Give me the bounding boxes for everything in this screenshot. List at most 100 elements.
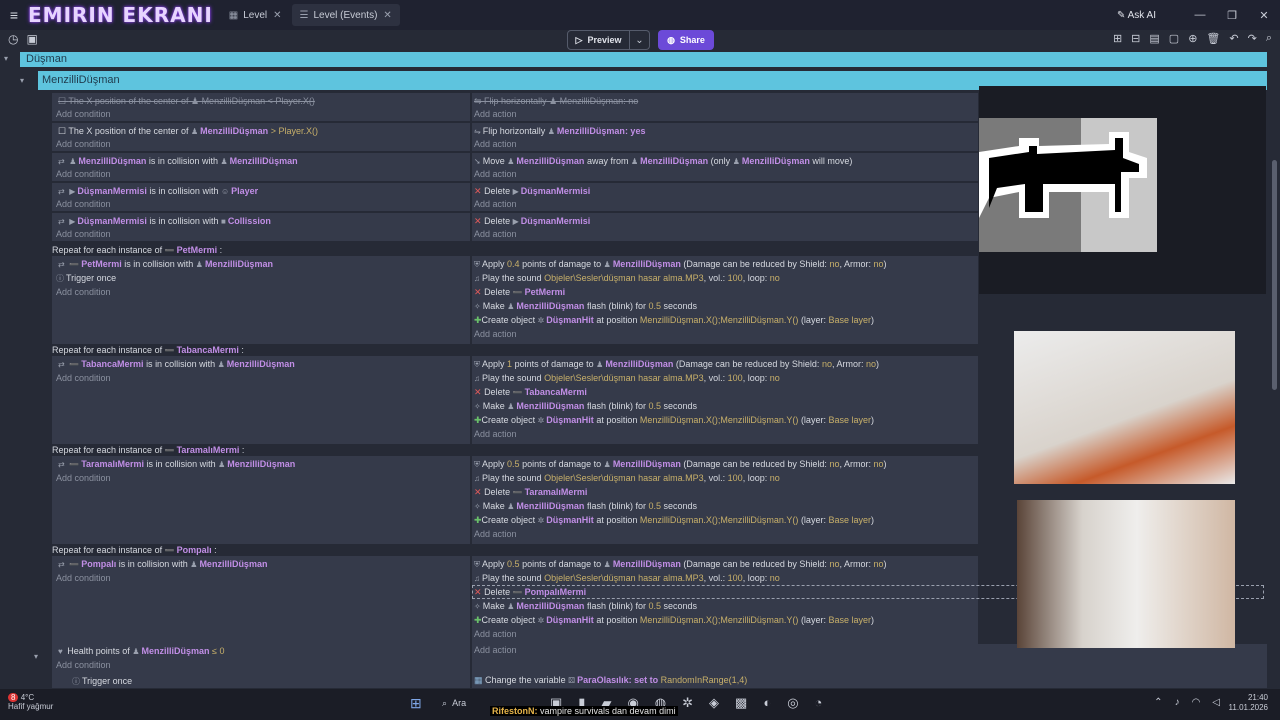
event-conditions[interactable]: ⇄ ➖ PetMermi is in collision with ♟ Menzil… xyxy=(52,256,470,344)
condition-line[interactable]: ♥ Health points of ♟ MenzilliDüşman ≤ 0 xyxy=(58,645,224,658)
event-actions[interactable]: ⇋ Flip horizontally ♟ MenzilliDüşman: no… xyxy=(472,93,978,121)
mic-icon[interactable]: ♪ xyxy=(1175,697,1180,708)
repeat-header[interactable]: Repeat for each instance of ➖ TaramalıMer… xyxy=(52,445,244,455)
preview-button[interactable]: ▷ Preview xyxy=(567,30,630,50)
redo-icon[interactable]: ↷ xyxy=(1248,32,1257,45)
collapse-icon[interactable]: ▾ xyxy=(20,76,24,85)
add-event-icon[interactable]: ⊞ xyxy=(1113,32,1122,45)
add-condition-link[interactable]: Add condition xyxy=(56,372,111,384)
action-apply-damage[interactable]: ⛨ Apply 0.5 points of damage to ♟ Menzilli… xyxy=(474,458,887,471)
condition-line[interactable]: ⇄ ▶ DüşmanMermisi is in collision with ■ C… xyxy=(58,215,271,228)
add-condition-link[interactable]: Add condition xyxy=(56,659,111,671)
event-conditions[interactable]: ☐ The X position of the center of ♟ Menzi… xyxy=(52,123,470,151)
condition-line[interactable]: ⇄ ▶ DüşmanMermisi is in collision with ☺ P… xyxy=(58,185,258,198)
action-play-sound[interactable]: ♫ Play the sound Objeler\Sesler\düşman ha… xyxy=(474,472,780,485)
wifi-icon[interactable]: ◠ xyxy=(1192,697,1201,708)
condition-line[interactable]: ⇄ ♟ MenzilliDüşman is in collision with ♟… xyxy=(58,155,298,168)
add-subevent-icon[interactable]: ⊟ xyxy=(1131,32,1140,45)
add-icon[interactable]: ⊕ xyxy=(1188,32,1197,45)
event-actions[interactable]: ⛨ Apply 1 points of damage to ♟ MenzilliDü… xyxy=(472,356,978,444)
preview-dropdown-icon[interactable]: ⌄ xyxy=(630,30,650,50)
chevron-up-icon[interactable]: ⌃ xyxy=(1154,697,1162,708)
add-action-link[interactable]: Add action xyxy=(474,168,517,180)
trigger-once-line[interactable]: ⓘ Trigger once xyxy=(72,675,132,688)
chrome-icon[interactable]: ◎ xyxy=(787,695,798,711)
close-window-icon[interactable]: ✕ xyxy=(1248,9,1280,22)
add-condition-link[interactable]: Add condition xyxy=(56,138,111,150)
action-line[interactable]: ⇋ Flip horizontally ♟ MenzilliDüşman: no xyxy=(474,95,638,107)
action-apply-damage[interactable]: ⛨ Apply 0.5 points of damage to ♟ Menzilli… xyxy=(474,558,887,571)
add-action-link[interactable]: Add action xyxy=(474,628,517,640)
add-condition-link[interactable]: Add condition xyxy=(56,286,111,298)
event-actions[interactable]: Add action ▦ Change the variable ⚄ ParaOl… xyxy=(472,644,1267,688)
repeat-header[interactable]: Repeat for each instance of ➖ TabancaMerm… xyxy=(52,345,244,355)
trigger-once-line[interactable]: ⓘ Trigger once xyxy=(56,272,116,285)
event-conditions[interactable]: ☐ The X position of the center of ♟ Menz… xyxy=(52,93,470,121)
maximize-icon[interactable]: ❐ xyxy=(1216,9,1248,22)
action-play-sound[interactable]: ♫ Play the sound Objeler\Sesler\düşman ha… xyxy=(474,272,780,285)
history-icon[interactable]: ◷ xyxy=(8,32,18,46)
action-apply-damage[interactable]: ⛨ Apply 1 points of damage to ♟ MenzilliDü… xyxy=(474,358,879,371)
tab-level-events[interactable]: ☰ Level (Events) ✕ xyxy=(291,4,400,26)
add-condition-link[interactable]: Add condition xyxy=(56,198,111,210)
event-actions[interactable]: ✕ Delete ▶ DüşmanMermisi Add action xyxy=(472,213,978,241)
event-conditions[interactable]: ⇄ ➖ TabancaMermi is in collision with ♟ Me… xyxy=(52,356,470,444)
search-icon[interactable]: ⌕ xyxy=(1266,32,1272,45)
event-actions[interactable]: ⛨ Apply 0.5 points of damage to ♟ Menzilli… xyxy=(472,456,978,544)
add-action-link[interactable]: Add action xyxy=(474,328,517,340)
add-action-link[interactable]: Add action xyxy=(474,138,517,150)
volume-icon[interactable]: ◁ xyxy=(1212,697,1220,708)
action-line[interactable]: ✕ Delete ▶ DüşmanMermisi xyxy=(474,215,590,228)
add-action-link[interactable]: Add action xyxy=(474,198,517,210)
repeat-header[interactable]: Repeat for each instance of ➖ Pompalı : xyxy=(52,545,217,555)
event-conditions[interactable]: ♥ Health points of ♟ MenzilliDüşman ≤ 0 A… xyxy=(52,644,470,688)
action-apply-damage[interactable]: ⛨ Apply 0.4 points of damage to ♟ Menzilli… xyxy=(474,258,887,271)
action-delete[interactable]: ✕ Delete ➖ TabancaMermi xyxy=(474,386,587,399)
delete-icon[interactable]: 🗑 xyxy=(1206,32,1220,45)
event-conditions[interactable]: ⇄ ▶ DüşmanMermisi is in collision with ☺ P… xyxy=(52,183,470,211)
weather-widget[interactable]: 8 4°C Hafif yağmur xyxy=(8,693,53,711)
condition-line[interactable]: ☐ The X position of the center of ♟ Menzi… xyxy=(58,125,318,138)
add-group-icon[interactable]: ▤ xyxy=(1149,32,1159,45)
add-action-link[interactable]: Add action xyxy=(474,228,517,240)
condition-line[interactable]: ⇄ ➖ TaramalıMermi is in collision with ♟ M… xyxy=(58,458,295,471)
action-flash[interactable]: ✧ Make ♟ MenzilliDüşman flash (blink) for … xyxy=(474,400,697,413)
add-condition-link[interactable]: Add condition xyxy=(56,228,111,240)
action-delete[interactable]: ✕ Delete ➖ PetMermi xyxy=(474,286,565,299)
taskbar-search[interactable]: ⌕ Ara xyxy=(442,698,466,709)
undo-icon[interactable]: ↶ xyxy=(1229,32,1238,45)
event-actions[interactable]: ⛨ Apply 0.4 points of damage to ♟ Menzilli… xyxy=(472,256,978,344)
add-action-link[interactable]: Add action xyxy=(474,108,517,120)
add-action-link[interactable]: Add action xyxy=(474,644,517,656)
close-icon[interactable]: ✕ xyxy=(273,10,281,21)
steam-icon[interactable]: ◔ xyxy=(815,695,823,711)
action-delete[interactable]: ✕ Delete ➖ TaramalıMermi xyxy=(474,486,587,499)
event-conditions[interactable]: ⇄ ▶ DüşmanMermisi is in collision with ■ C… xyxy=(52,213,470,241)
comment-icon[interactable]: ▢ xyxy=(1169,32,1179,45)
minimize-icon[interactable]: — xyxy=(1184,9,1216,21)
system-clock[interactable]: 21:40 11.01.2026 xyxy=(1229,693,1268,713)
windows-start-icon[interactable]: ⊞ xyxy=(410,695,422,712)
action-line[interactable]: ➘ Move ♟ MenzilliDüşman away from ♟ Menzill… xyxy=(474,155,852,168)
event-actions[interactable]: ➘ Move ♟ MenzilliDüşman away from ♟ Menzill… xyxy=(472,153,978,181)
collapse-icon[interactable]: ▾ xyxy=(4,54,8,63)
add-condition-link[interactable]: Add condition xyxy=(56,168,111,180)
condition-line[interactable]: ⇄ ➖ PetMermi is in collision with ♟ Menzil… xyxy=(58,258,273,271)
event-actions[interactable]: ⛨ Apply 0.5 points of damage to ♟ Menzilli… xyxy=(472,556,978,644)
action-flash[interactable]: ✧ Make ♟ MenzilliDüşman flash (blink) for … xyxy=(474,500,697,513)
add-condition-link[interactable]: Add condition xyxy=(56,572,111,584)
action-play-sound[interactable]: ♫ Play the sound Objeler\Sesler\düşman ha… xyxy=(474,572,780,585)
action-create-object[interactable]: ✚Create object ✲ DüşmanHit at position Me… xyxy=(474,614,874,627)
action-flash[interactable]: ✧ Make ♟ MenzilliDüşman flash (blink) for … xyxy=(474,300,697,313)
collapse-icon[interactable]: ▾ xyxy=(34,652,38,661)
event-conditions[interactable]: ⇄ ♟ MenzilliDüşman is in collision with ♟… xyxy=(52,153,470,181)
condition-line[interactable]: ⇄ ➖ TabancaMermi is in collision with ♟ Me… xyxy=(58,358,295,371)
action-create-object[interactable]: ✚Create object ✲ DüşmanHit at position Me… xyxy=(474,514,874,527)
app-icon[interactable]: ▩ xyxy=(735,695,747,711)
action-flash[interactable]: ✧ Make ♟ MenzilliDüşman flash (blink) for … xyxy=(474,600,697,613)
repeat-header[interactable]: Repeat for each instance of ➖ PetMermi : xyxy=(52,245,222,255)
share-button[interactable]: ◍ Share xyxy=(658,30,714,50)
image-add-icon[interactable]: ▣ xyxy=(26,32,37,46)
vertical-scrollbar[interactable] xyxy=(1272,160,1277,390)
add-action-link[interactable]: Add action xyxy=(474,428,517,440)
